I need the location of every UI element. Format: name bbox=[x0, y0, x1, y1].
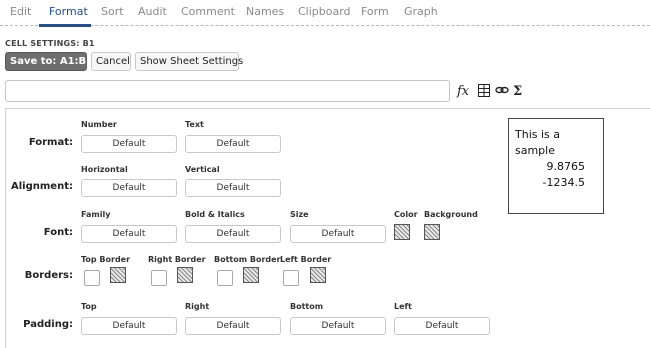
padding-top-label: Top bbox=[81, 302, 97, 311]
right-border-checkbox[interactable] bbox=[151, 270, 167, 286]
formula-input[interactable] bbox=[5, 80, 450, 102]
sample-text-line1: This is a bbox=[515, 128, 560, 141]
table-icon[interactable] bbox=[478, 84, 490, 101]
function-icon[interactable]: fx bbox=[457, 84, 469, 99]
top-border-checkbox[interactable] bbox=[84, 270, 100, 286]
family-label: Family bbox=[81, 210, 111, 219]
horizontal-label: Horizontal bbox=[81, 165, 128, 174]
number-format-field[interactable]: Default bbox=[81, 135, 177, 153]
background-label: Background bbox=[424, 210, 478, 219]
padding-bottom-label: Bottom bbox=[290, 302, 324, 311]
save-button[interactable]: Save to: A1:B1 bbox=[5, 52, 93, 71]
text-format-field[interactable]: Default bbox=[185, 135, 281, 153]
cancel-button[interactable]: Cancel bbox=[91, 52, 131, 71]
borders-label: Borders: bbox=[24, 270, 73, 281]
padding-left-field[interactable]: Default bbox=[394, 317, 490, 335]
bold-italics-label: Bold & Italics bbox=[185, 210, 245, 219]
bottom-border-label: Bottom Border bbox=[214, 255, 281, 264]
bottom-border-checkbox[interactable] bbox=[217, 270, 233, 286]
format-label: Format: bbox=[28, 137, 73, 148]
left-border-checkbox[interactable] bbox=[283, 270, 299, 286]
tab-format[interactable]: Format bbox=[49, 5, 88, 18]
font-size-field[interactable]: Default bbox=[290, 225, 386, 243]
vertical-label: Vertical bbox=[185, 165, 220, 174]
tab-graph[interactable]: Graph bbox=[404, 5, 438, 18]
right-border-label: Right Border bbox=[148, 255, 206, 264]
tab-form[interactable]: Form bbox=[361, 5, 389, 18]
tab-edit[interactable]: Edit bbox=[10, 5, 31, 18]
text-label: Text bbox=[185, 120, 204, 129]
padding-bottom-field[interactable]: Default bbox=[290, 317, 386, 335]
tab-sort[interactable]: Sort bbox=[101, 5, 124, 18]
padding-right-field[interactable]: Default bbox=[185, 317, 281, 335]
tab-bar: Edit Format Sort Audit Comment Names Cli… bbox=[0, 0, 650, 27]
left-border-label: Left Border bbox=[280, 255, 332, 264]
color-label: Color bbox=[394, 210, 418, 219]
top-border-label: Top Border bbox=[81, 255, 131, 264]
padding-right-label: Right bbox=[185, 302, 210, 311]
font-color-swatch[interactable] bbox=[394, 224, 410, 240]
tab-audit[interactable]: Audit bbox=[138, 5, 167, 18]
left-border-color-swatch[interactable] bbox=[310, 267, 326, 283]
tab-names[interactable]: Names bbox=[246, 5, 284, 18]
sample-text-line2: sample bbox=[515, 144, 555, 157]
tab-clipboard[interactable]: Clipboard bbox=[298, 5, 351, 18]
bottom-border-color-swatch[interactable] bbox=[243, 267, 259, 283]
size-label: Size bbox=[290, 210, 309, 219]
horizontal-align-field[interactable]: Default bbox=[81, 179, 177, 197]
font-label: Font: bbox=[43, 227, 73, 238]
vertical-align-field[interactable]: Default bbox=[185, 179, 281, 197]
font-family-field[interactable]: Default bbox=[81, 225, 177, 243]
sigma-icon[interactable]: Σ bbox=[513, 84, 522, 99]
background-color-swatch[interactable] bbox=[424, 224, 440, 240]
settings-title: CELL SETTINGS: B1 bbox=[5, 39, 95, 48]
right-border-color-swatch[interactable] bbox=[177, 267, 193, 283]
padding-label: Padding: bbox=[23, 319, 73, 330]
alignment-label: Alignment: bbox=[11, 181, 73, 192]
padding-left-label: Left bbox=[394, 302, 412, 311]
number-label: Number bbox=[81, 120, 117, 129]
sample-preview: This is a sample 9.8765 -1234.5 bbox=[508, 118, 604, 214]
active-tab-indicator bbox=[39, 24, 91, 27]
top-border-color-swatch[interactable] bbox=[110, 267, 126, 283]
tab-comment[interactable]: Comment bbox=[181, 5, 235, 18]
sample-number-2: -1234.5 bbox=[542, 176, 585, 189]
show-sheet-settings-button[interactable]: Show Sheet Settings bbox=[135, 52, 243, 71]
padding-top-field[interactable]: Default bbox=[81, 317, 177, 335]
link-icon[interactable] bbox=[495, 84, 509, 100]
bold-italics-field[interactable]: Default bbox=[185, 225, 281, 243]
sample-number-1: 9.8765 bbox=[546, 160, 586, 173]
